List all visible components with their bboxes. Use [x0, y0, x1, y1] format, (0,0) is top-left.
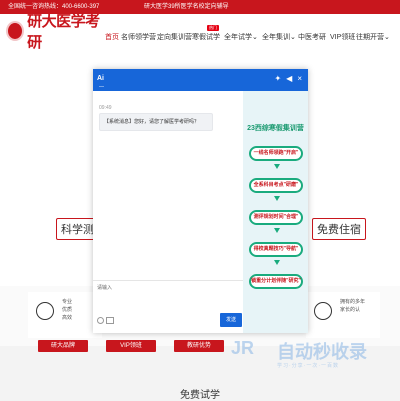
step-item: 全系科目考点"研磨" — [249, 178, 303, 193]
step-item: 一线名师领跑"开启" — [249, 146, 303, 161]
nav-item-targeted-camp[interactable]: 定向集训营 — [157, 32, 192, 42]
logo-text: 研大医学考研 — [27, 13, 100, 51]
nav-item-home[interactable]: 首页 — [105, 32, 119, 42]
feature-line: 家长的认 — [340, 307, 361, 313]
step-item: 得校真题技巧"导航" — [249, 242, 303, 257]
feature-line: 专业 — [62, 299, 73, 305]
feature-line: 拥有的多年 — [340, 299, 366, 305]
logo-seal-icon — [6, 21, 25, 41]
feature-right-text: 拥有的多年 家长的认 — [340, 298, 365, 314]
chat-controls: ✦ ◀ × — [274, 74, 302, 83]
watermark-logo-icon: JR — [231, 338, 255, 358]
nav-item-past[interactable]: 往期开营⌄ — [356, 32, 390, 42]
banner-right-text: 免费住宿 — [312, 218, 366, 240]
hot-badge: 热门 — [207, 25, 219, 31]
nav-item-tcm[interactable]: 中医考研 — [298, 32, 326, 42]
step-item: 测评规划时间"合理" — [249, 210, 303, 225]
down-arrow-icon — [274, 164, 280, 169]
feature-line: 优质 — [62, 307, 73, 313]
nav-item-label: 全年集训 — [262, 34, 290, 41]
chat-logo-icon: Ai — [97, 75, 104, 82]
step-item: 锁重分计划伴随"研究" — [249, 274, 303, 289]
down-arrow-icon — [274, 228, 280, 233]
nav-item-mentor-camp[interactable]: 名师领学营 — [121, 32, 156, 42]
sparkle-icon[interactable]: ✦ — [274, 74, 281, 83]
watermark-subtext: 学习·分享·一次·一百数 — [277, 363, 339, 369]
nav-item-label: 往期开营 — [356, 34, 384, 41]
down-arrow-icon — [274, 196, 280, 201]
feature-left-text: 专业 优质 高效 — [62, 298, 72, 322]
chat-widget: Ai — ✦ ◀ × — [93, 69, 308, 333]
chat-header: Ai — ✦ ◀ × — [93, 69, 308, 91]
emoji-icon[interactable] — [97, 317, 104, 324]
nav-item-yearly-trial[interactable]: 全年试学⌄ — [224, 32, 258, 42]
section-title: 免费试学 — [180, 390, 220, 401]
send-button[interactable]: 发送 — [220, 313, 242, 327]
side-panel-title: 23西综寒假集训营 — [247, 125, 304, 132]
watermark: JR 自动秒收录 学习·分享·一次·一百数 — [231, 336, 381, 376]
chevron-down-icon: ⌄ — [252, 34, 258, 41]
down-arrow-icon — [274, 260, 280, 265]
chevron-down-icon: ⌄ — [384, 34, 390, 41]
image-upload-icon[interactable] — [106, 317, 114, 324]
system-message: 【系统消息】您好，请您了解医学考研吗？ — [99, 113, 213, 131]
notice-text: 研大医学39所医学名校定向辅导 — [144, 4, 229, 10]
nav-item-vip[interactable]: VIP领班 — [330, 32, 355, 42]
vip-button[interactable]: VIP领班 — [106, 340, 156, 352]
message-time: 09:49 — [99, 105, 112, 111]
chat-input-placeholder[interactable]: 请输入 — [97, 284, 112, 291]
feature-line: 高效 — [62, 315, 73, 321]
site-logo[interactable]: 研大医学考研 — [6, 13, 104, 51]
teaching-button[interactable]: 教研优势 — [174, 340, 224, 352]
chat-dash: — — [99, 84, 104, 90]
nav-item-label: 全年试学 — [224, 34, 252, 41]
watermark-text: 自动秒收录 — [277, 342, 367, 362]
close-icon[interactable]: × — [297, 74, 302, 83]
chevron-down-icon: ⌄ — [290, 34, 296, 41]
minimize-icon[interactable]: ◀ — [286, 74, 292, 83]
group-icon — [314, 302, 332, 320]
brand-button[interactable]: 研大品牌 — [38, 340, 88, 352]
nav-item-winter-trial[interactable]: 寒假试学 — [192, 32, 220, 42]
nav-item-yearly-camp[interactable]: 全年集训⌄ — [262, 32, 296, 42]
certificate-icon — [36, 302, 54, 320]
